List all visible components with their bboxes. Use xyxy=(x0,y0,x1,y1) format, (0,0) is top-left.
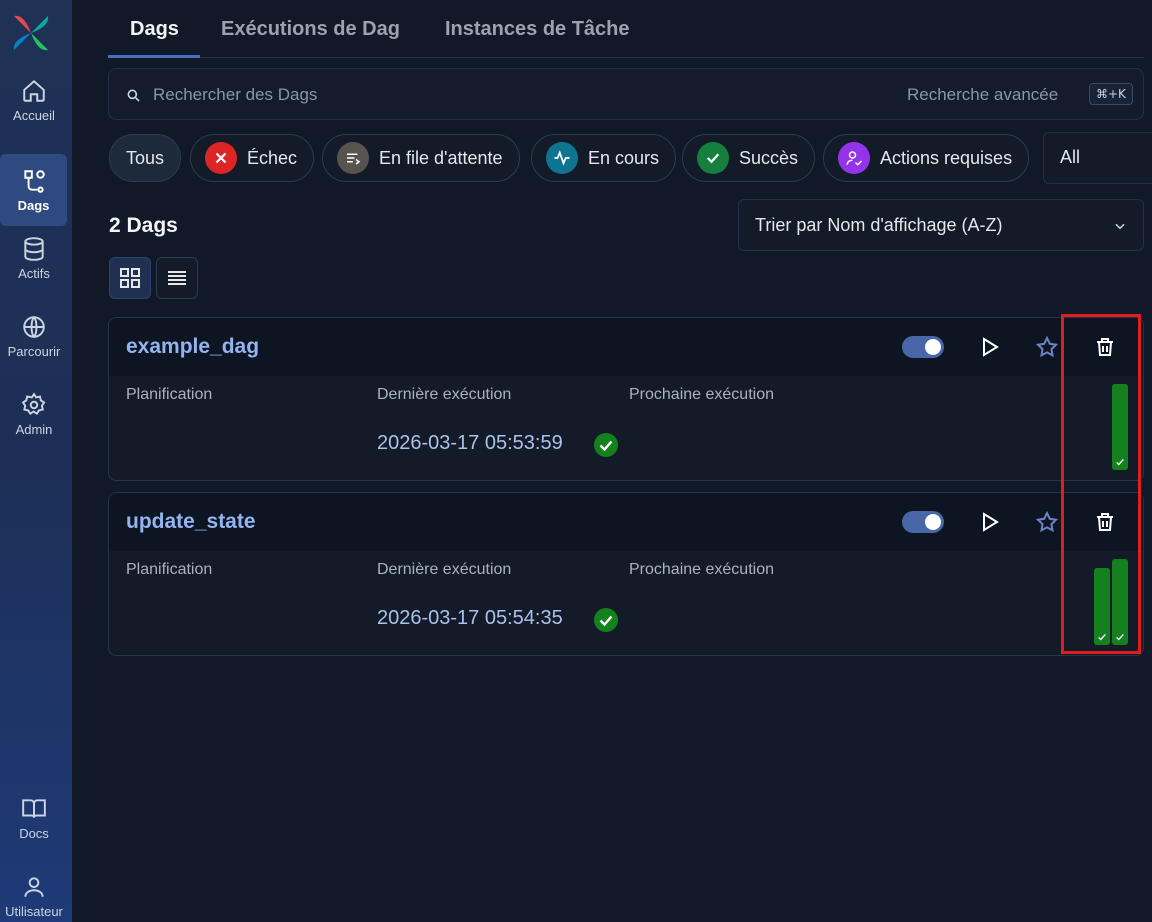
x-icon xyxy=(205,142,237,174)
filter-label: Tous xyxy=(126,147,165,168)
delete-trash-icon[interactable] xyxy=(1093,335,1117,359)
filter-label: Échec xyxy=(247,147,298,168)
trigger-play-icon[interactable] xyxy=(977,510,1001,534)
sidebar-item-label: Utilisateur xyxy=(5,903,63,919)
tab-executions-de-dag[interactable]: Exécutions de Dag xyxy=(221,18,400,41)
filter-succes[interactable]: Succès xyxy=(682,134,816,182)
filter-echec[interactable]: Échec xyxy=(190,134,315,182)
globe-icon xyxy=(23,315,45,338)
advanced-search-button[interactable]: Recherche avancée xyxy=(907,85,1058,105)
sidebar-item-label: Docs xyxy=(19,825,49,841)
last-run-date-link[interactable]: 2026-03-17 05:53:59 xyxy=(377,432,563,455)
filter-label: En file d'attente xyxy=(379,147,503,168)
success-check-icon xyxy=(594,608,618,632)
sort-select[interactable]: Trier par Nom d'affichage (A-Z) xyxy=(738,199,1144,251)
filter-en-cours[interactable]: En cours xyxy=(531,134,677,182)
sidebar-item-dags[interactable]: Dags xyxy=(0,154,67,226)
tab-dags[interactable]: Dags xyxy=(130,18,179,41)
check-icon xyxy=(1116,459,1124,466)
user-icon xyxy=(24,876,44,897)
sidebar-item-label: Accueil xyxy=(13,107,55,123)
database-icon xyxy=(24,236,44,261)
sort-label: Trier par Nom d'affichage (A-Z) xyxy=(755,215,1003,235)
dag-count: 2 Dags xyxy=(109,214,178,237)
filter-tous[interactable]: Tous xyxy=(109,134,182,182)
last-run-date-link[interactable]: 2026-03-17 05:54:35 xyxy=(377,607,563,630)
sidebar-item-label: Actifs xyxy=(18,265,50,281)
active-tab-indicator xyxy=(108,55,200,58)
filter-label: Actions requises xyxy=(880,147,1013,168)
gear-icon xyxy=(21,391,46,415)
tab-instances-de-tache[interactable]: Instances de Tâche xyxy=(445,18,630,41)
favorite-star-icon[interactable] xyxy=(1035,335,1059,359)
chevron-down-icon xyxy=(1115,223,1125,230)
search-bar: Recherche avancée ⌘+K xyxy=(108,68,1144,120)
last-run-label: Dernière exécution xyxy=(377,561,512,578)
dag-pause-toggle[interactable] xyxy=(902,511,944,533)
filter-label: Succès xyxy=(739,147,799,168)
schedule-label: Planification xyxy=(126,561,213,578)
list-view-button[interactable] xyxy=(156,257,198,299)
favorite-star-icon[interactable] xyxy=(1035,510,1059,534)
dag-card: example_dag Planification Dernière exécu… xyxy=(108,317,1144,481)
sidebar-item-docs[interactable]: Docs xyxy=(0,782,68,854)
dag-card: update_state Planification Dernière exéc… xyxy=(108,492,1144,656)
list-icon xyxy=(168,271,186,285)
schedule-label: Planification xyxy=(126,386,213,403)
filter-label: En cours xyxy=(588,147,660,168)
sidebar-item-parcourir[interactable]: Parcourir xyxy=(0,300,68,372)
search-input[interactable] xyxy=(153,81,753,109)
card-view-button[interactable] xyxy=(109,257,151,299)
check-icon xyxy=(1116,634,1124,641)
search-icon xyxy=(127,89,140,102)
dags-icon xyxy=(23,169,45,193)
sidebar-item-utilisateur[interactable]: Utilisateur xyxy=(0,860,68,922)
sidebar-item-label: Dags xyxy=(17,197,50,213)
tag-filter-select[interactable]: All xyxy=(1043,132,1152,184)
next-run-label: Prochaine exécution xyxy=(629,561,774,578)
shortcut-badge: ⌘+K xyxy=(1089,83,1133,105)
dag-pause-toggle[interactable] xyxy=(902,336,944,358)
recent-run-bar[interactable] xyxy=(1094,568,1110,645)
queue-icon xyxy=(337,142,369,174)
tag-filter-value: All xyxy=(1060,147,1081,167)
filter-en-file-dattente[interactable]: En file d'attente xyxy=(322,134,520,182)
check-icon xyxy=(1098,634,1106,641)
sidebar-item-label: Parcourir xyxy=(7,343,61,359)
recent-run-bar[interactable] xyxy=(1112,384,1128,470)
check-icon xyxy=(697,142,729,174)
recent-run-bar[interactable] xyxy=(1112,559,1128,645)
next-run-label: Prochaine exécution xyxy=(629,386,774,403)
airflow-logo[interactable] xyxy=(10,12,52,54)
user-action-icon xyxy=(838,142,870,174)
tab-bar: Dags Exécutions de Dag Instances de Tâch… xyxy=(108,0,1144,58)
activity-icon xyxy=(546,142,578,174)
success-check-icon xyxy=(594,433,618,457)
sidebar: Accueil Dags Actifs Parcourir Admin Docs… xyxy=(0,0,72,922)
sidebar-item-admin[interactable]: Admin xyxy=(0,378,68,450)
delete-trash-icon[interactable] xyxy=(1093,510,1117,534)
grid-icon xyxy=(120,268,140,288)
last-run-label: Dernière exécution xyxy=(377,386,512,403)
sidebar-item-accueil[interactable]: Accueil xyxy=(0,64,68,136)
sidebar-item-actifs[interactable]: Actifs xyxy=(0,222,68,294)
trigger-play-icon[interactable] xyxy=(977,335,1001,359)
sidebar-item-label: Admin xyxy=(15,421,53,437)
dag-name-link[interactable]: example_dag xyxy=(126,335,259,359)
filter-actions-requises[interactable]: Actions requises xyxy=(823,134,1030,182)
home-icon xyxy=(23,79,45,102)
dag-name-link[interactable]: update_state xyxy=(126,510,256,534)
book-icon xyxy=(22,798,46,818)
